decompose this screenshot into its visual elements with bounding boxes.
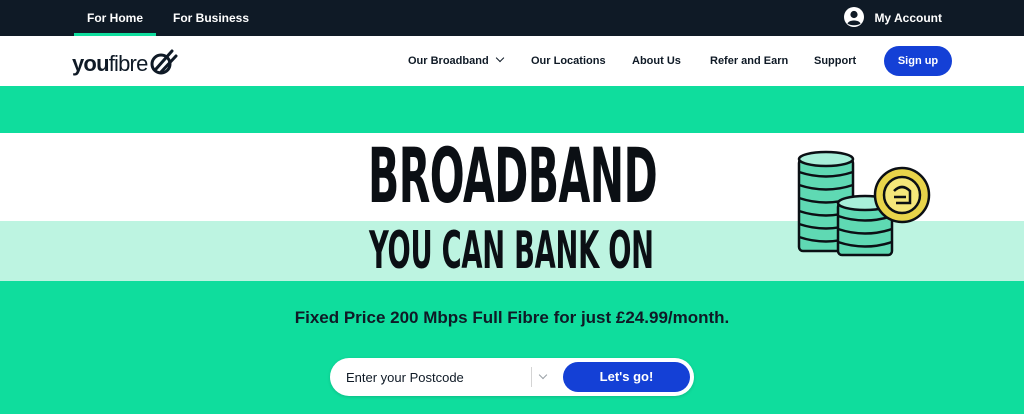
my-account-link[interactable]: My Account [843, 0, 942, 36]
top-bar: For Home For Business My Account [0, 0, 1024, 36]
sign-up-button[interactable]: Sign up [884, 46, 952, 76]
chevron-down-icon[interactable] [538, 370, 548, 380]
nav-about-us[interactable]: About Us [632, 36, 681, 86]
hero-headline-line1: BROADBAND [368, 131, 658, 220]
chevron-down-icon [495, 53, 504, 63]
nav-refer-and-earn[interactable]: Refer and Earn [710, 36, 788, 86]
coin-stacks-icon [790, 145, 940, 270]
tab-for-home[interactable]: For Home [74, 0, 156, 36]
search-divider [531, 367, 532, 387]
nav-support[interactable]: Support [814, 36, 856, 86]
user-circle-icon [843, 6, 865, 31]
hero-subtitle: Fixed Price 200 Mbps Full Fibre for just… [294, 308, 730, 327]
main-nav: youfibre Our Broadband Our Locations Abo… [0, 36, 1024, 86]
hero-headline-line2: YOU CAN BANK ON [369, 221, 654, 281]
postcode-input[interactable] [346, 358, 526, 396]
logo-wordmark: youfibre [72, 50, 148, 76]
nav-our-broadband[interactable]: Our Broadband [408, 36, 504, 86]
youfibre-swoosh-icon [148, 45, 180, 82]
nav-our-broadband-label: Our Broadband [408, 55, 489, 67]
postcode-search-bar: Let's go! [330, 358, 694, 396]
lets-go-button[interactable]: Let's go! [563, 362, 690, 392]
youfibre-logo[interactable]: youfibre [72, 45, 180, 82]
nav-our-locations[interactable]: Our Locations [531, 36, 606, 86]
my-account-label: My Account [874, 11, 942, 25]
tab-for-business[interactable]: For Business [168, 0, 254, 36]
